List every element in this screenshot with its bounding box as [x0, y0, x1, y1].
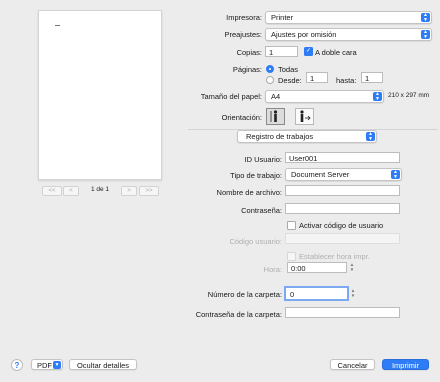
- pages-from-field[interactable]: 1: [306, 72, 328, 83]
- first-page-button[interactable]: <<: [42, 186, 62, 196]
- user-code-label: Código usuario:: [229, 237, 282, 246]
- user-id-label: ID Usuario:: [244, 155, 282, 164]
- activate-user-code-checkbox[interactable]: [287, 221, 296, 230]
- cancel-button[interactable]: Cancelar: [330, 359, 375, 370]
- popup-arrows-icon: ▲ ▼: [421, 30, 430, 39]
- job-type-popup[interactable]: Document Server ▲ ▼: [285, 168, 402, 181]
- job-type-value: Document Server: [291, 170, 350, 179]
- set-print-time-label: Establecer hora impr.: [299, 252, 370, 261]
- folder-number-stepper-icon[interactable]: ▲ ▼: [350, 288, 356, 300]
- folder-password-label: Contraseña de la carpeta:: [195, 310, 282, 319]
- activate-user-code-label: Activar código de usuario: [299, 221, 384, 230]
- popup-arrows-icon: ▲ ▼: [373, 92, 382, 101]
- presets-value: Ajustes por omisión: [271, 30, 337, 39]
- last-page-button[interactable]: >>: [139, 186, 159, 196]
- landscape-button[interactable]: [295, 108, 314, 125]
- section-value: Registro de trabajos: [246, 132, 314, 141]
- file-name-field[interactable]: [285, 185, 400, 196]
- time-stepper-icon[interactable]: ▲ ▼: [349, 262, 355, 274]
- paper-size-label: Tamaño del papel:: [200, 92, 262, 101]
- copies-field[interactable]: 1: [265, 46, 298, 57]
- pages-all-label: Todas: [278, 65, 299, 74]
- presets-label: Preajustes:: [224, 30, 262, 39]
- user-code-field[interactable]: [285, 233, 400, 244]
- popup-arrows-icon: ▲ ▼: [391, 170, 400, 179]
- pages-to-field[interactable]: 1: [361, 72, 383, 83]
- print-button[interactable]: Imprimir: [382, 359, 429, 370]
- folder-number-field[interactable]: 0: [286, 288, 347, 299]
- page-indicator: 1 de 1: [90, 186, 110, 193]
- preview-content-mark: [55, 25, 60, 26]
- pdf-label: PDF: [37, 361, 52, 370]
- pages-all-radio[interactable]: [266, 65, 274, 73]
- paper-size-popup[interactable]: A4 ▲ ▼: [265, 90, 384, 103]
- hide-details-button[interactable]: Ocultar detalles: [69, 359, 137, 370]
- pdf-menu-button[interactable]: PDF ▼: [31, 359, 63, 370]
- portrait-button[interactable]: [266, 108, 285, 125]
- paper-dimensions: 210 x 297 mm: [388, 92, 430, 99]
- prev-page-button[interactable]: <: [63, 186, 79, 196]
- page-preview: [38, 10, 162, 180]
- user-id-field[interactable]: User001: [285, 152, 400, 163]
- pages-label: Páginas:: [232, 65, 262, 74]
- printer-label: Impresora:: [226, 13, 262, 22]
- two-sided-label: A doble cara: [315, 48, 357, 57]
- pages-to-label: hasta:: [336, 76, 357, 85]
- folder-number-label: Número de la carpeta:: [207, 290, 282, 299]
- popup-arrows-icon: ▲ ▼: [421, 13, 430, 22]
- pages-from-label: Desde:: [278, 76, 302, 85]
- job-type-label: Tipo de trabajo:: [230, 171, 282, 180]
- portrait-icon: [270, 110, 278, 122]
- set-print-time-checkbox[interactable]: [287, 252, 296, 261]
- presets-popup[interactable]: Ajustes por omisión ▲ ▼: [265, 28, 432, 41]
- help-button[interactable]: ?: [11, 359, 23, 371]
- password-field[interactable]: [285, 203, 400, 214]
- two-sided-checkbox[interactable]: ✓: [304, 47, 313, 56]
- section-popup[interactable]: Registro de trabajos ▲ ▼: [237, 130, 377, 143]
- chevron-down-icon: ▼: [53, 361, 61, 369]
- copies-label: Copias:: [236, 48, 262, 57]
- paper-size-value: A4: [271, 92, 281, 101]
- folder-password-field[interactable]: [285, 307, 400, 318]
- time-label: Hora:: [263, 265, 282, 274]
- printer-popup[interactable]: Printer ▲ ▼: [265, 11, 432, 24]
- printer-value: Printer: [271, 13, 294, 22]
- orientation-label: Orientación:: [221, 113, 262, 122]
- landscape-icon: [300, 110, 311, 122]
- file-name-label: Nombre de archivo:: [216, 188, 282, 197]
- time-field[interactable]: 0:00: [287, 262, 347, 273]
- popup-arrows-icon: ▲ ▼: [366, 132, 375, 141]
- next-page-button[interactable]: >: [121, 186, 137, 196]
- pages-range-radio[interactable]: [266, 76, 274, 84]
- password-label: Contraseña:: [241, 206, 282, 215]
